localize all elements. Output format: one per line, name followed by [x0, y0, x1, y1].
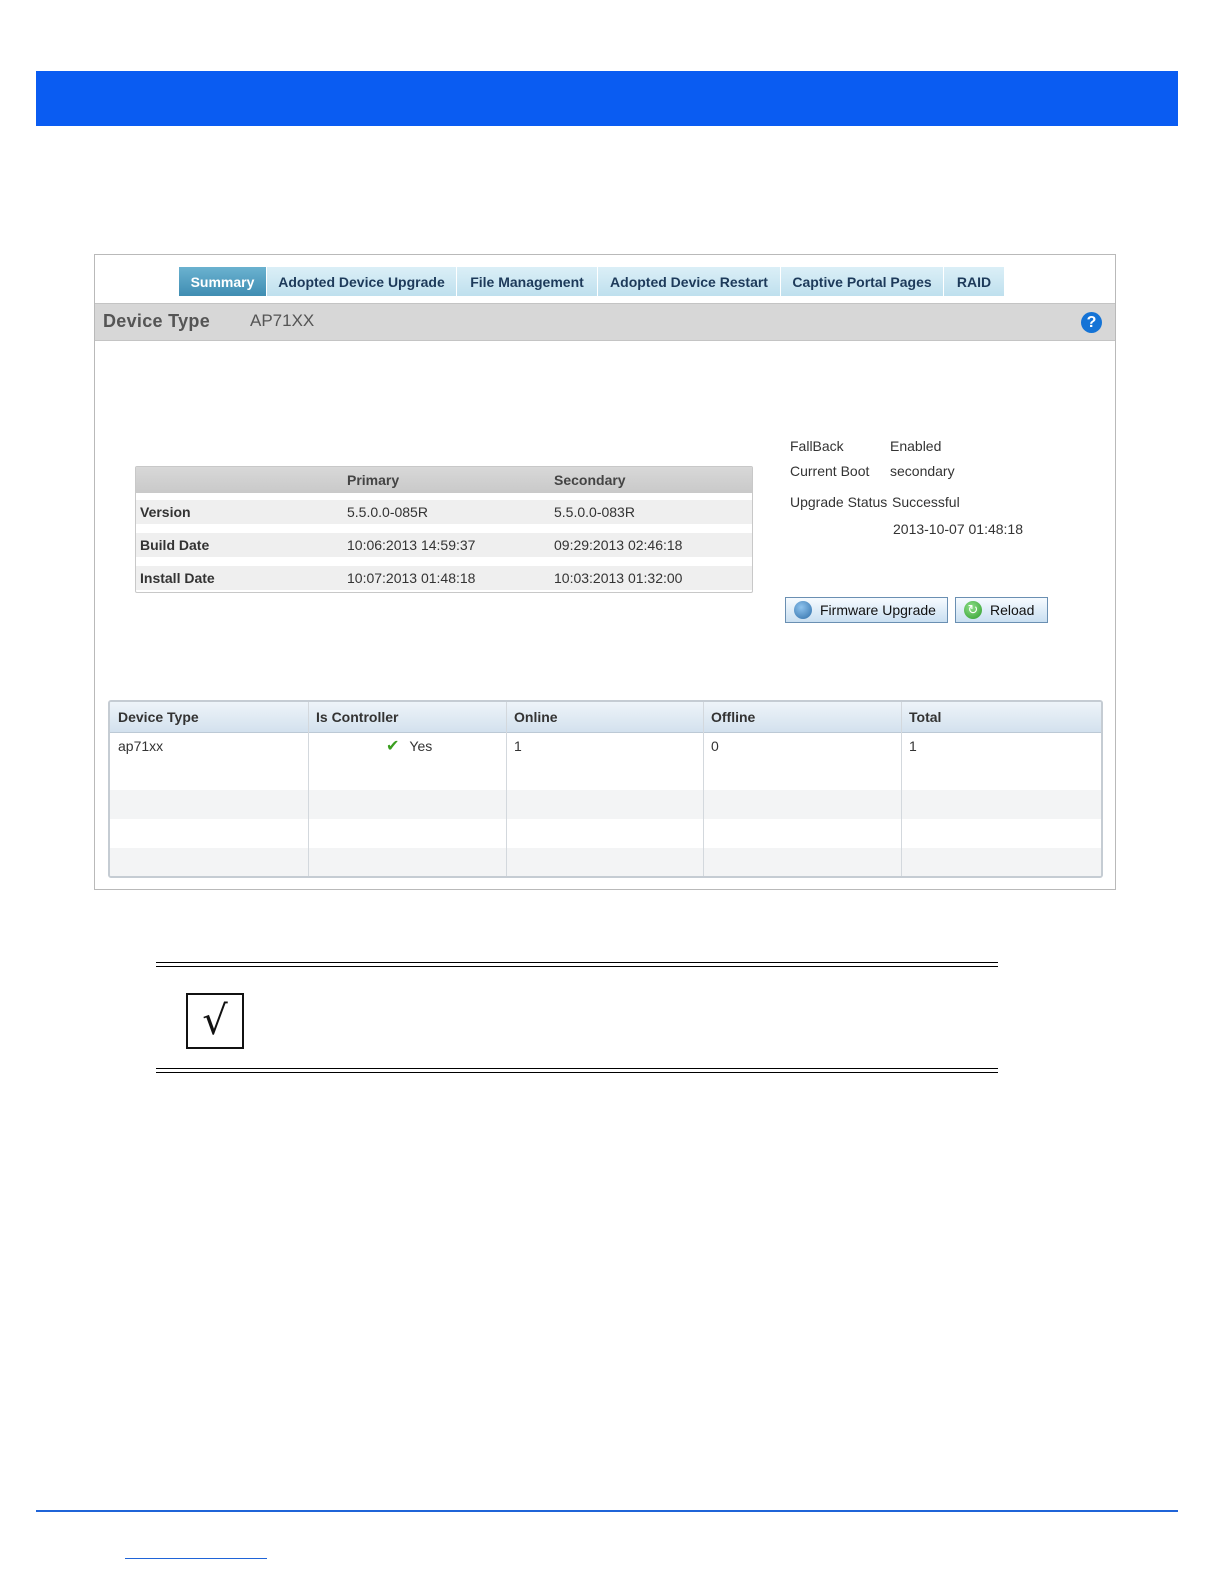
- device-type-value: AP71XX: [250, 311, 315, 330]
- offline-cell: 0: [711, 738, 719, 754]
- row-label: Version: [140, 504, 191, 520]
- fallback-value: Enabled: [890, 438, 942, 454]
- device-type-bar: Device Type AP71XX ?: [95, 303, 1115, 341]
- tab-captive-portal-pages[interactable]: Captive Portal Pages: [781, 267, 944, 296]
- help-icon[interactable]: ?: [1081, 312, 1102, 333]
- current-boot-value: secondary: [890, 463, 955, 479]
- secondary-value: 5.5.0.0-083R: [554, 504, 635, 520]
- col-is-controller[interactable]: Is Controller: [308, 702, 506, 732]
- note-top-rule: [156, 966, 998, 967]
- column-divider: [506, 702, 507, 876]
- upgrade-status-value: Successful: [892, 494, 960, 510]
- online-cell: 1: [514, 738, 522, 754]
- tab-summary[interactable]: Summary: [179, 267, 267, 296]
- reload-icon: ↻: [964, 601, 982, 619]
- empty-row: [110, 790, 1101, 819]
- column-divider: [703, 702, 704, 876]
- empty-row: [110, 761, 1101, 790]
- col-online[interactable]: Online: [506, 702, 704, 732]
- tab-file-management[interactable]: File Management: [457, 267, 598, 296]
- current-boot-label: Current Boot: [790, 463, 870, 479]
- column-divider: [901, 702, 902, 876]
- col-device-type[interactable]: Device Type: [110, 702, 308, 732]
- secondary-value: 09:29:2013 02:46:18: [554, 537, 683, 553]
- footer-rule: [36, 1510, 1178, 1512]
- row-label: Build Date: [140, 537, 210, 553]
- firmware-upgrade-button[interactable]: Firmware Upgrade: [785, 597, 948, 623]
- note-bottom-rule: [156, 1068, 998, 1069]
- table-row[interactable]: ap71xx ✔ Yes 1 0 1: [110, 732, 1101, 761]
- empty-row: [110, 848, 1101, 876]
- firmware-header-secondary: Secondary: [554, 472, 626, 488]
- tab-adopted-device-upgrade[interactable]: Adopted Device Upgrade: [267, 267, 457, 296]
- empty-row: [110, 819, 1101, 848]
- primary-value: 10:06:2013 14:59:37: [347, 537, 476, 553]
- is-controller-value: Yes: [409, 738, 433, 754]
- upgrade-status-label: Upgrade Status: [790, 494, 888, 510]
- firmware-table-header: Primary Secondary: [136, 467, 752, 493]
- note-bottom-rule: [156, 1072, 998, 1073]
- firmware-row-build-date: Build Date 10:06:2013 14:59:37 09:29:201…: [136, 526, 752, 559]
- tab-adopted-device-restart[interactable]: Adopted Device Restart: [598, 267, 781, 296]
- footer-link-underline: [125, 1558, 267, 1559]
- column-divider: [308, 702, 309, 876]
- firmware-row-install-date: Install Date 10:07:2013 01:48:18 10:03:2…: [136, 559, 752, 592]
- note-top-rule: [156, 962, 998, 963]
- firmware-upgrade-label: Firmware Upgrade: [820, 602, 936, 618]
- note-check-icon: √: [186, 993, 244, 1049]
- firmware-upgrade-icon: [794, 601, 812, 619]
- row-label: Install Date: [140, 570, 215, 586]
- device-type-label: Device Type: [103, 311, 211, 331]
- tab-raid[interactable]: RAID: [944, 267, 1005, 296]
- fallback-label: FallBack: [790, 438, 844, 454]
- is-controller-cell: ✔ Yes: [378, 732, 432, 761]
- secondary-value: 10:03:2013 01:32:00: [554, 570, 683, 586]
- col-offline[interactable]: Offline: [703, 702, 901, 732]
- screenshot-frame: Summary Adopted Device Upgrade File Mana…: [94, 254, 1116, 890]
- upgrade-time: 2013-10-07 01:48:18: [893, 521, 1023, 537]
- total-cell: 1: [909, 738, 917, 754]
- reload-label: Reload: [990, 602, 1035, 618]
- device-grid-header: Device Type Is Controller Online Offline…: [110, 702, 1101, 733]
- firmware-header-primary: Primary: [347, 472, 400, 488]
- firmware-table: Primary Secondary Version 5.5.0.0-085R 5…: [135, 466, 753, 593]
- device-grid: Device Type Is Controller Online Offline…: [108, 700, 1103, 878]
- top-banner: [36, 71, 1178, 126]
- tab-bar: Summary Adopted Device Upgrade File Mana…: [179, 267, 1005, 296]
- firmware-row-version: Version 5.5.0.0-085R 5.5.0.0-083R: [136, 493, 752, 526]
- primary-value: 10:07:2013 01:48:18: [347, 570, 476, 586]
- checkmark-icon: ✔: [386, 738, 400, 755]
- device-type-cell: ap71xx: [118, 738, 164, 754]
- primary-value: 5.5.0.0-085R: [347, 504, 428, 520]
- reload-button[interactable]: ↻ Reload: [955, 597, 1048, 623]
- col-total[interactable]: Total: [901, 702, 1101, 732]
